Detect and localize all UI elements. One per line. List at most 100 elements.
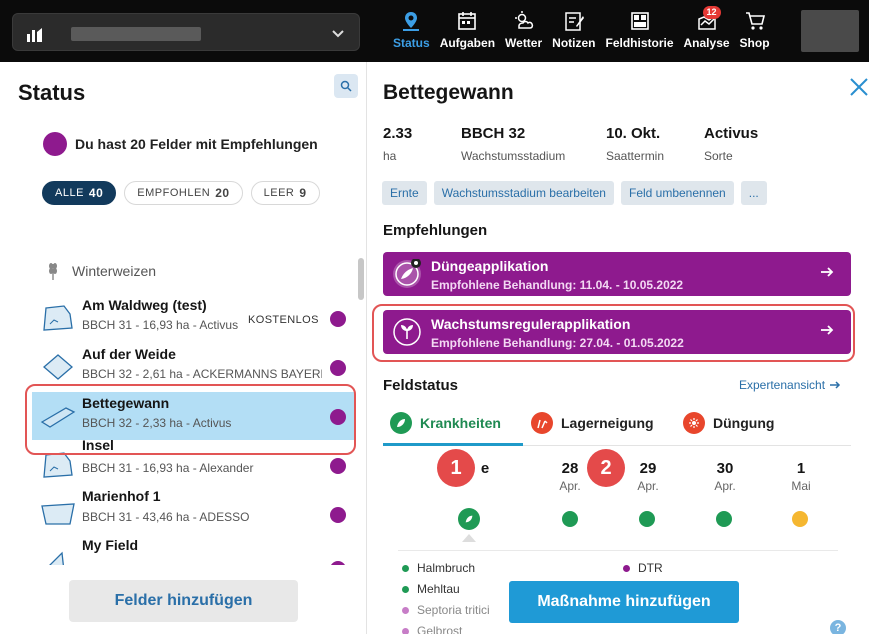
expert-view-label: Expertenansicht (739, 378, 826, 392)
arrow-right-icon (821, 267, 834, 277)
recommendation-dot-icon (330, 561, 346, 565)
filter-count: 20 (215, 186, 230, 200)
highlight-annotation (372, 304, 855, 362)
day-month: Apr. (714, 479, 736, 493)
nav-label: Feldhistorie (605, 36, 674, 50)
tab-label: Lagerneigung (561, 415, 654, 431)
stat-label: Wachstumsstadium (461, 149, 566, 163)
filter-empfohlen[interactable]: EMPFOHLEN 20 (124, 181, 243, 205)
crop-group-header: Winterweizen (48, 261, 156, 281)
field-meta: BBCH 31 - 43,46 ha - ADESSO (82, 510, 250, 524)
legend-item: Septoria tritici (402, 603, 490, 617)
field-actions: Ernte Wachstumsstadium bearbeiten Feld u… (382, 181, 767, 205)
arrow-right-icon (830, 381, 841, 389)
stat-label: ha (383, 149, 397, 163)
search-icon (340, 80, 352, 92)
nav-label: Notizen (552, 36, 596, 50)
legend-item: Halmbruch (402, 561, 475, 575)
disease-legend: Halmbruch DTR Mehltau Septoria tritici G… (398, 550, 838, 634)
help-icon[interactable]: ? (830, 620, 846, 634)
nav-label: Analyse (683, 36, 730, 50)
legend-label: DTR (638, 561, 663, 575)
nav-label: Shop (739, 36, 770, 50)
day-column: 1 Mai (776, 460, 826, 493)
field-meta: BBCH 31 - 16,93 ha - Alexander (82, 461, 254, 475)
legend-label: Septoria tritici (417, 603, 490, 617)
field-name: Auf der Weide (82, 346, 176, 362)
tab-lagerneigung[interactable]: Lagerneigung (531, 412, 654, 434)
legend-item: Gelbrost (402, 624, 462, 634)
farm-logo-icon (27, 28, 42, 42)
recommendation-dot-icon (330, 311, 346, 327)
nav-aufgaben[interactable]: Aufgaben (435, 6, 500, 58)
field-item[interactable]: Am Waldweg (test) BBCH 31 - 16,93 ha - A… (32, 294, 354, 342)
add-fields-button[interactable]: Felder hinzufügen (69, 580, 298, 622)
leaf-icon (390, 412, 412, 434)
filter-label: LEER (263, 187, 295, 199)
status-dot[interactable] (562, 511, 578, 527)
day-month: Apr. (637, 479, 659, 493)
scrollbar[interactable] (358, 258, 364, 300)
lodging-icon (531, 412, 553, 434)
edit-growth-stage-button[interactable]: Wachstumsstadium bearbeiten (433, 181, 614, 205)
status-dot-selected[interactable] (458, 508, 480, 530)
filter-count: 9 (299, 186, 307, 200)
nav-shop[interactable]: Shop (735, 6, 775, 58)
harvest-button[interactable]: Ernte (382, 181, 427, 205)
field-shape-icon (43, 452, 73, 478)
expert-view-link[interactable]: Expertenansicht (739, 378, 841, 392)
recommendation-card-fertilizer[interactable]: Düngeapplikation Empfohlene Behandlung: … (383, 252, 851, 296)
avatar[interactable] (801, 10, 859, 52)
nav-label: Wetter (505, 36, 543, 50)
legend-dot-icon (402, 564, 409, 572)
stat-value: 10. Okt. (606, 125, 661, 142)
status-dot[interactable] (639, 511, 655, 527)
status-dot[interactable] (716, 511, 732, 527)
nav-analyse[interactable]: 12 Analyse (679, 6, 735, 58)
weather-icon (514, 11, 533, 29)
farm-name-redacted (71, 27, 201, 41)
day-month: Mai (791, 479, 811, 493)
close-icon[interactable] (848, 76, 869, 98)
field-shape-icon (41, 503, 75, 525)
legend-label: Halmbruch (417, 561, 476, 575)
filter-leer[interactable]: LEER 9 (250, 181, 320, 205)
active-tab-indicator (383, 443, 523, 446)
farm-selector[interactable] (12, 13, 360, 51)
legend-dot-icon (402, 627, 409, 634)
status-dot[interactable] (792, 511, 808, 527)
nav-status[interactable]: Status (388, 6, 435, 58)
stat-label: Sorte (704, 149, 733, 163)
field-title: Bettegewann (383, 81, 514, 104)
annotation-marker: 2 (587, 449, 625, 487)
free-tag: KOSTENLOS (242, 310, 325, 330)
legend-label: Mehltau (417, 582, 460, 596)
stat-value: Activus (704, 125, 759, 142)
status-icon (403, 12, 420, 31)
legend-dot-icon (623, 564, 630, 572)
field-shape-icon (43, 305, 73, 331)
nav-notizen[interactable]: Notizen (547, 6, 600, 58)
highlight-annotation (25, 384, 356, 455)
fieldstatus-tabs: Krankheiten Lagerneigung Düngung (383, 406, 851, 446)
field-item[interactable]: Marienhof 1 BBCH 31 - 43,46 ha - ADESSO (32, 488, 354, 538)
tab-krankheiten[interactable]: Krankheiten (390, 412, 501, 434)
tab-label: Düngung (713, 415, 775, 431)
recommendation-dot-icon (43, 132, 67, 156)
crop-name: Winterweizen (72, 263, 157, 279)
tab-label: Krankheiten (420, 415, 501, 431)
more-actions-button[interactable]: ... (740, 181, 767, 205)
nav-wetter[interactable]: Wetter (500, 6, 547, 58)
tab-duengung[interactable]: Düngung (683, 412, 774, 434)
caret-up-icon (462, 534, 476, 542)
nav-feldhistorie[interactable]: Feldhistorie (601, 6, 679, 58)
field-item[interactable]: My Field (32, 539, 354, 565)
search-button[interactable] (334, 74, 358, 98)
add-measure-button[interactable]: Maßnahme hinzufügen (509, 581, 739, 623)
legend-dot-icon (402, 585, 409, 593)
calendar-icon (458, 12, 477, 30)
fertilizer-icon (393, 259, 421, 288)
filter-alle[interactable]: ALLE 40 (42, 181, 117, 205)
rename-field-button[interactable]: Feld umbenennen (620, 181, 734, 205)
filter-count: 40 (88, 186, 104, 200)
